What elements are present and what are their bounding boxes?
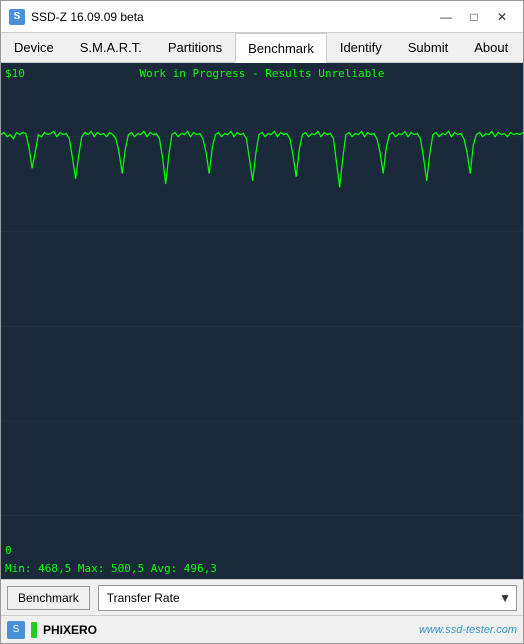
dropdown-container: Transfer Rate IOPS Latency ▼ <box>98 585 517 611</box>
maximize-button[interactable]: □ <box>461 7 487 27</box>
main-window: S SSD-Z 16.09.09 beta — □ ✕ Device S.M.A… <box>0 0 524 644</box>
device-name: PHIXERO <box>43 623 97 637</box>
bottom-toolbar: Benchmark Transfer Rate IOPS Latency ▼ <box>1 579 523 615</box>
menu-item-identify[interactable]: Identify <box>327 33 395 62</box>
window-title: SSD-Z 16.09.09 beta <box>31 10 144 24</box>
app-icon: S <box>9 9 25 25</box>
menu-item-about[interactable]: About <box>461 33 521 62</box>
main-content: $10 Work in Progress - Results Unreliabl… <box>1 63 523 615</box>
status-indicator <box>31 622 37 638</box>
chart-type-dropdown[interactable]: Transfer Rate IOPS Latency <box>98 585 517 611</box>
status-app-icon: S <box>7 621 25 639</box>
title-controls: — □ ✕ <box>433 7 515 27</box>
chart-area: $10 Work in Progress - Results Unreliabl… <box>1 63 523 579</box>
title-bar-left: S SSD-Z 16.09.09 beta <box>9 9 144 25</box>
menu-item-benchmark[interactable]: Benchmark <box>235 33 327 63</box>
benchmark-button[interactable]: Benchmark <box>7 586 90 610</box>
menu-item-device[interactable]: Device <box>1 33 67 62</box>
menu-item-partitions[interactable]: Partitions <box>155 33 235 62</box>
menu-item-submit[interactable]: Submit <box>395 33 461 62</box>
status-bar: S PHIXERO www.ssd-tester.com <box>1 615 523 643</box>
menu-item-smart[interactable]: S.M.A.R.T. <box>67 33 155 62</box>
minimize-button[interactable]: — <box>433 7 459 27</box>
close-button[interactable]: ✕ <box>489 7 515 27</box>
benchmark-chart <box>1 63 523 579</box>
title-bar: S SSD-Z 16.09.09 beta — □ ✕ <box>1 1 523 33</box>
watermark-text: www.ssd-tester.com <box>419 624 517 636</box>
menu-bar: Device S.M.A.R.T. Partitions Benchmark I… <box>1 33 523 63</box>
